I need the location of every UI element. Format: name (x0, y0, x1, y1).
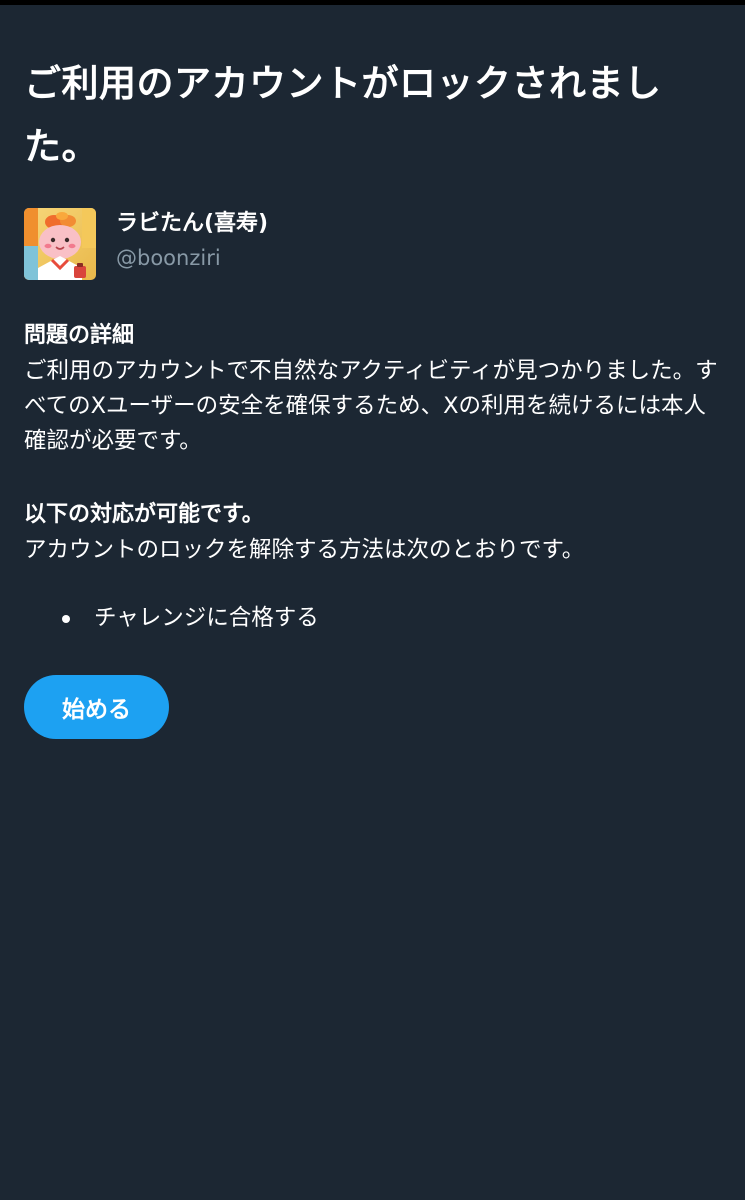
account-display-name: ラビたん(喜寿) (116, 211, 269, 236)
options-body: アカウントのロックを解除する方法は次のとおりです。 (24, 537, 585, 563)
status-bar-edge (0, 0, 745, 5)
rabbit-character-avatar-icon (24, 208, 96, 280)
avatar (24, 208, 96, 280)
options-heading: 以下の対応が可能です。 (24, 502, 264, 527)
account-handle: @boonziri (116, 246, 221, 270)
start-button[interactable]: 始める (24, 675, 169, 739)
unlock-options-list: チャレンジに合格する (24, 601, 721, 636)
page-title: ご利用のアカウントがロックされました。 (24, 62, 662, 168)
account-locked-page: ご利用のアカウントがロックされました。 ラビたん(喜寿) @boonziri 問… (24, 52, 721, 739)
bullet-icon (62, 615, 70, 623)
list-item-label: チャレンジに合格する (94, 605, 319, 631)
details-heading: 問題の詳細 (24, 323, 135, 348)
account-card: ラビたん(喜寿) @boonziri (24, 208, 721, 282)
details-body: ご利用のアカウントで不自然なアクティビティが見つかりました。すべてのXユーザーの… (24, 358, 718, 454)
list-item-pass-challenge: チャレンジに合格する (24, 601, 721, 636)
